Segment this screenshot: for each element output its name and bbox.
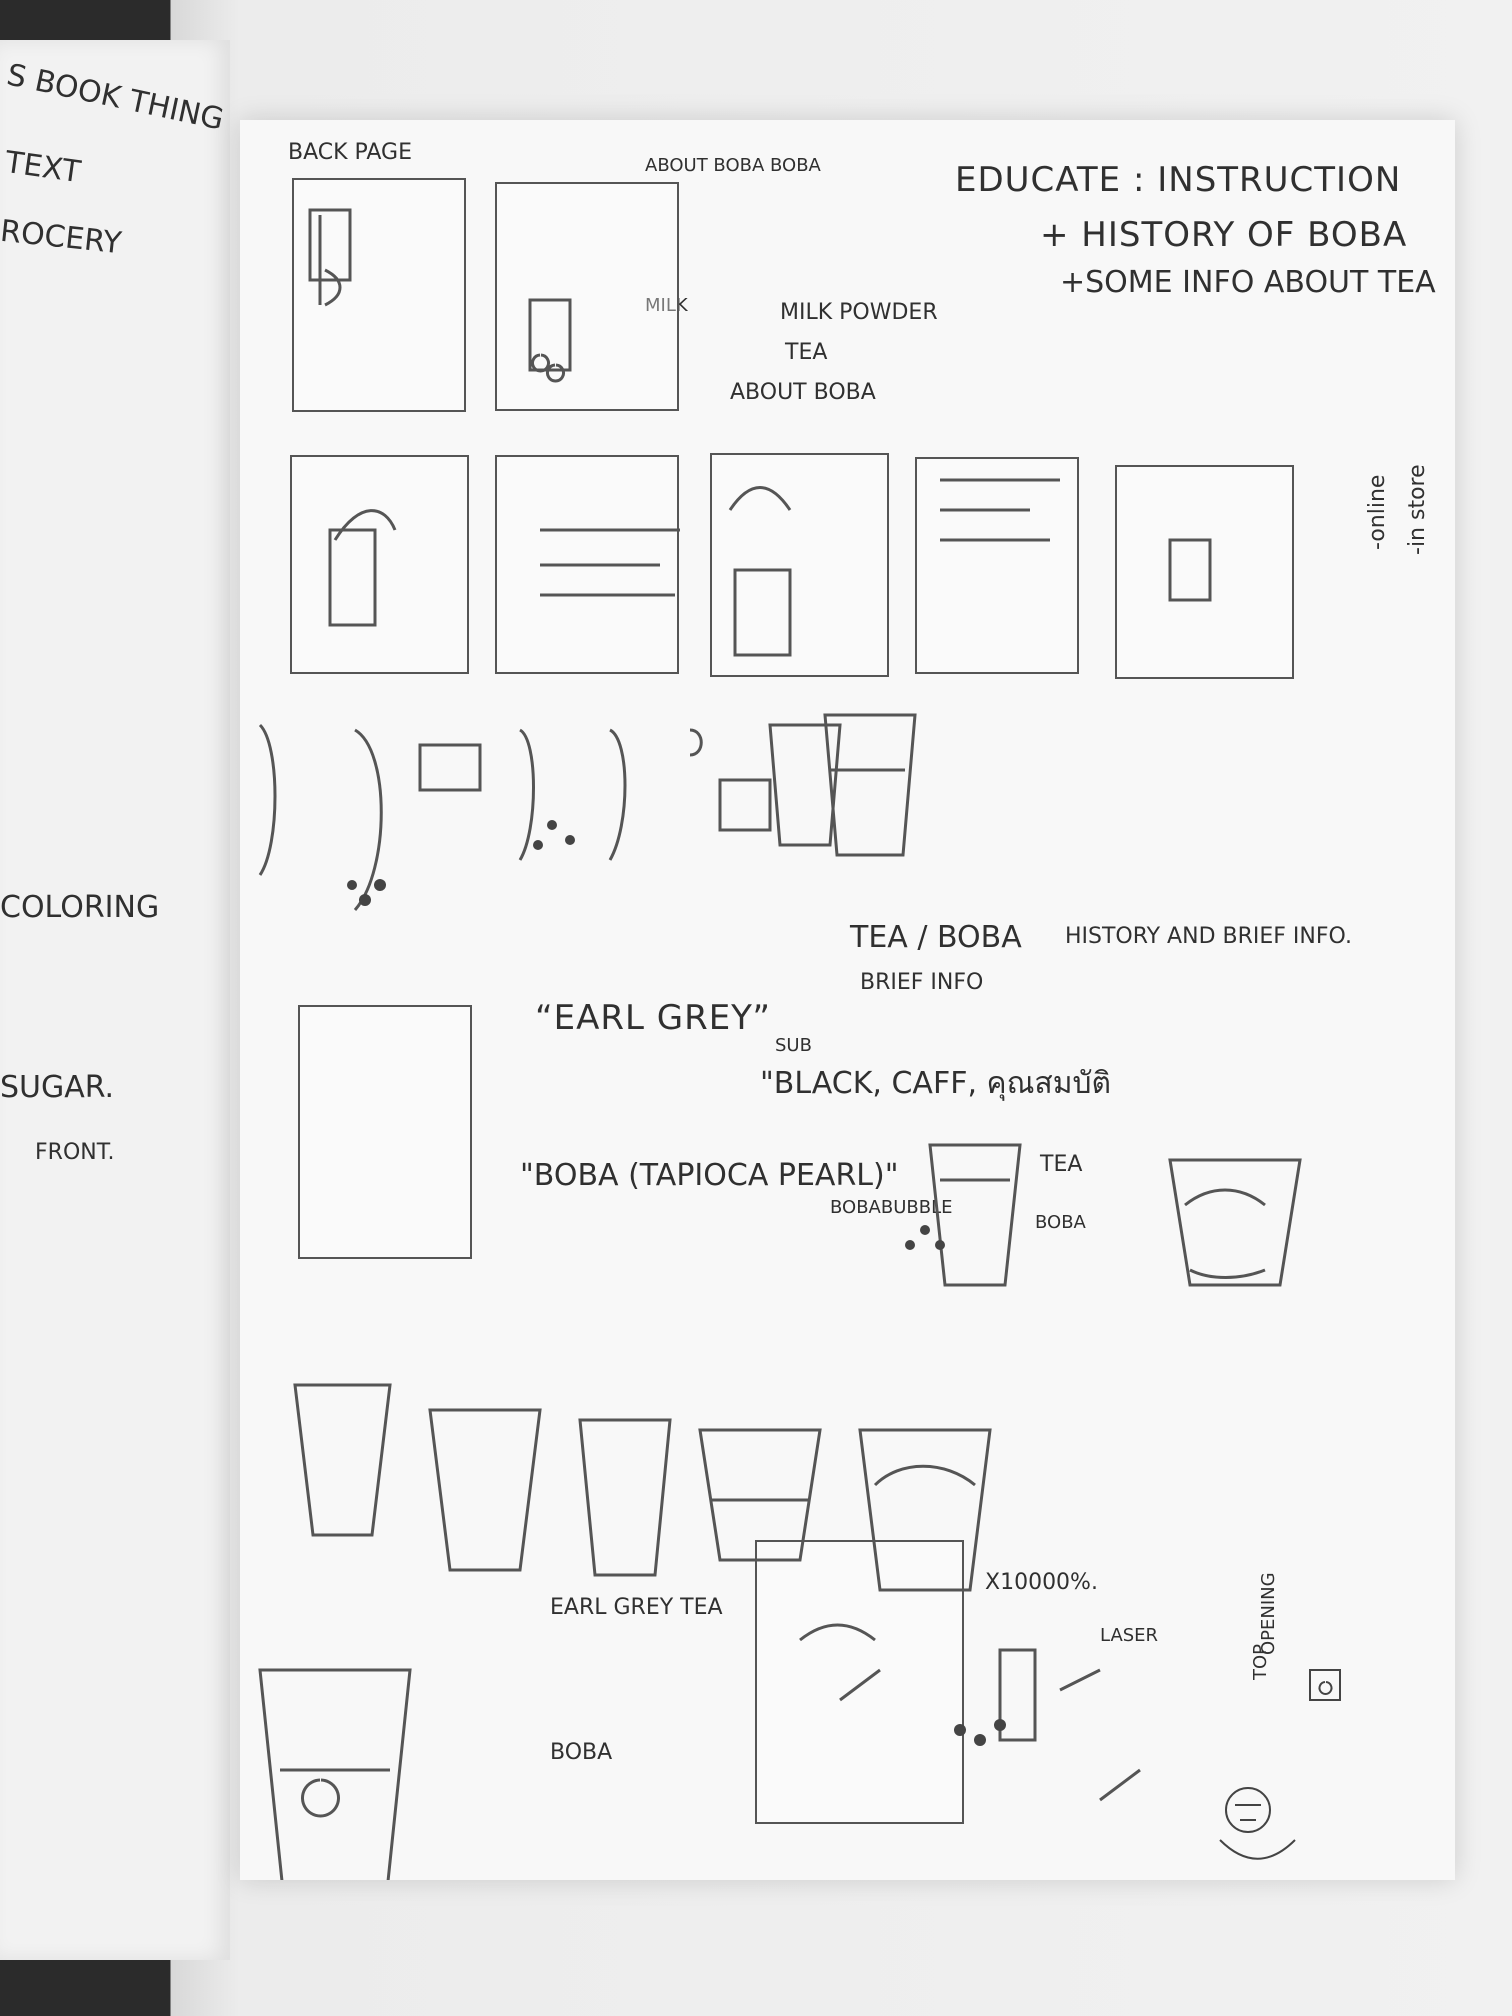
left-page: S BOOK THING TEXT ROCERY COLORING SUGAR.… xyxy=(0,40,230,1960)
left-text-grocery: ROCERY xyxy=(0,213,124,262)
left-text-text: TEXT xyxy=(2,144,83,191)
sketch-drawings xyxy=(258,208,1341,1880)
right-page: BACK PAGE ABOUT BOBA BOBA EDUCATE : INST… xyxy=(240,120,1455,1880)
left-text-book-thing: S BOOK THING xyxy=(3,57,227,138)
notebook-spread: S BOOK THING TEXT ROCERY COLORING SUGAR.… xyxy=(0,0,1512,2016)
left-text-front: FRONT. xyxy=(35,1140,115,1165)
left-text-sugar: SUGAR. xyxy=(0,1070,115,1105)
left-text-coloring: COLORING xyxy=(0,890,160,925)
